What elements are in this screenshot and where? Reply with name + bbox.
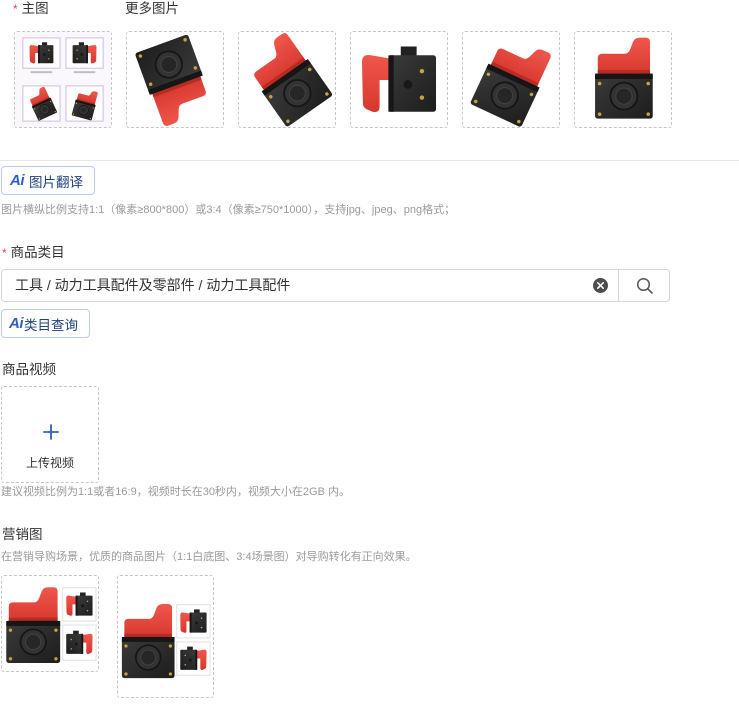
search-icon [636, 277, 653, 294]
product-image [594, 36, 654, 120]
category-search-button[interactable] [618, 270, 670, 301]
product-composite-image [15, 32, 111, 127]
main-image-slot[interactable] [14, 31, 112, 128]
marketing-image-portrait[interactable] [117, 575, 214, 698]
main-image-label-text: 主图 [21, 1, 49, 16]
product-photo [66, 592, 93, 616]
category-label: * 商品类目 [2, 245, 65, 261]
product-photo [240, 32, 334, 127]
marketing-image-square[interactable] [1, 575, 99, 672]
product-photo [66, 630, 93, 655]
category-input-value: 工具 / 动力工具配件及零部件 / 动力工具配件 [15, 277, 291, 293]
product-photo [72, 42, 97, 64]
ai-image-translate-button[interactable]: Ai 图片翻译 [1, 166, 95, 195]
category-input[interactable]: 工具 / 动力工具配件及零部件 / 动力工具配件 [1, 269, 670, 302]
product-image [240, 32, 334, 127]
product-photo [361, 46, 437, 113]
video-label: 商品视频 [2, 362, 56, 377]
main-image-label: * 主图 [13, 1, 49, 17]
more-images-label: 更多图片 [125, 1, 179, 16]
ai-category-query-label: 类目查询 [24, 317, 78, 333]
ai-image-translate-label: 图片翻译 [29, 174, 83, 190]
product-photo [133, 33, 216, 127]
product-photo [468, 32, 556, 127]
video-hint: 建议视频比例为1:1或者16:9，视频时长在30秒内，视频大小在2GB 内。 [1, 486, 351, 498]
more-image-slot[interactable] [462, 31, 560, 128]
clear-icon[interactable] [593, 278, 608, 293]
composite-caption-mark [73, 71, 96, 74]
category-label-text: 商品类目 [10, 245, 65, 260]
image-hint: 图片横纵比例支持1:1（像素≥800*800）或3:4（像素≥750*1000）… [1, 204, 456, 216]
marketing-hint: 在营销导购场景，优质的商品图片（1:1白底图、3:4场景图）对导购转化有正向效果… [1, 551, 417, 563]
product-image [361, 46, 437, 113]
ai-badge-icon: Ai [9, 315, 24, 332]
upload-video-label: 上传视频 [25, 456, 74, 470]
video-upload-box[interactable]: 上传视频 [1, 386, 99, 483]
product-photo [121, 603, 176, 679]
product-image [133, 33, 216, 127]
plus-icon [43, 424, 59, 440]
more-image-slot[interactable] [350, 31, 448, 128]
section-divider [0, 160, 739, 161]
product-photo [594, 36, 654, 120]
marketing-image [5, 586, 97, 664]
more-image-slot[interactable] [238, 31, 336, 128]
product-photo [5, 586, 62, 664]
product-image [468, 32, 556, 127]
product-photo [180, 609, 207, 633]
marketing-image [121, 603, 211, 679]
marketing-label: 营销图 [2, 527, 43, 542]
required-mark: * [13, 2, 18, 16]
product-photo [29, 42, 54, 64]
more-image-slot[interactable] [126, 31, 224, 128]
ai-category-query-button[interactable]: Ai 类目查询 [1, 309, 90, 338]
product-photo [180, 646, 207, 670]
ai-badge-icon: Ai [10, 172, 25, 189]
composite-caption-mark [30, 71, 53, 74]
required-mark: * [2, 246, 7, 260]
more-image-slot[interactable] [574, 31, 672, 128]
